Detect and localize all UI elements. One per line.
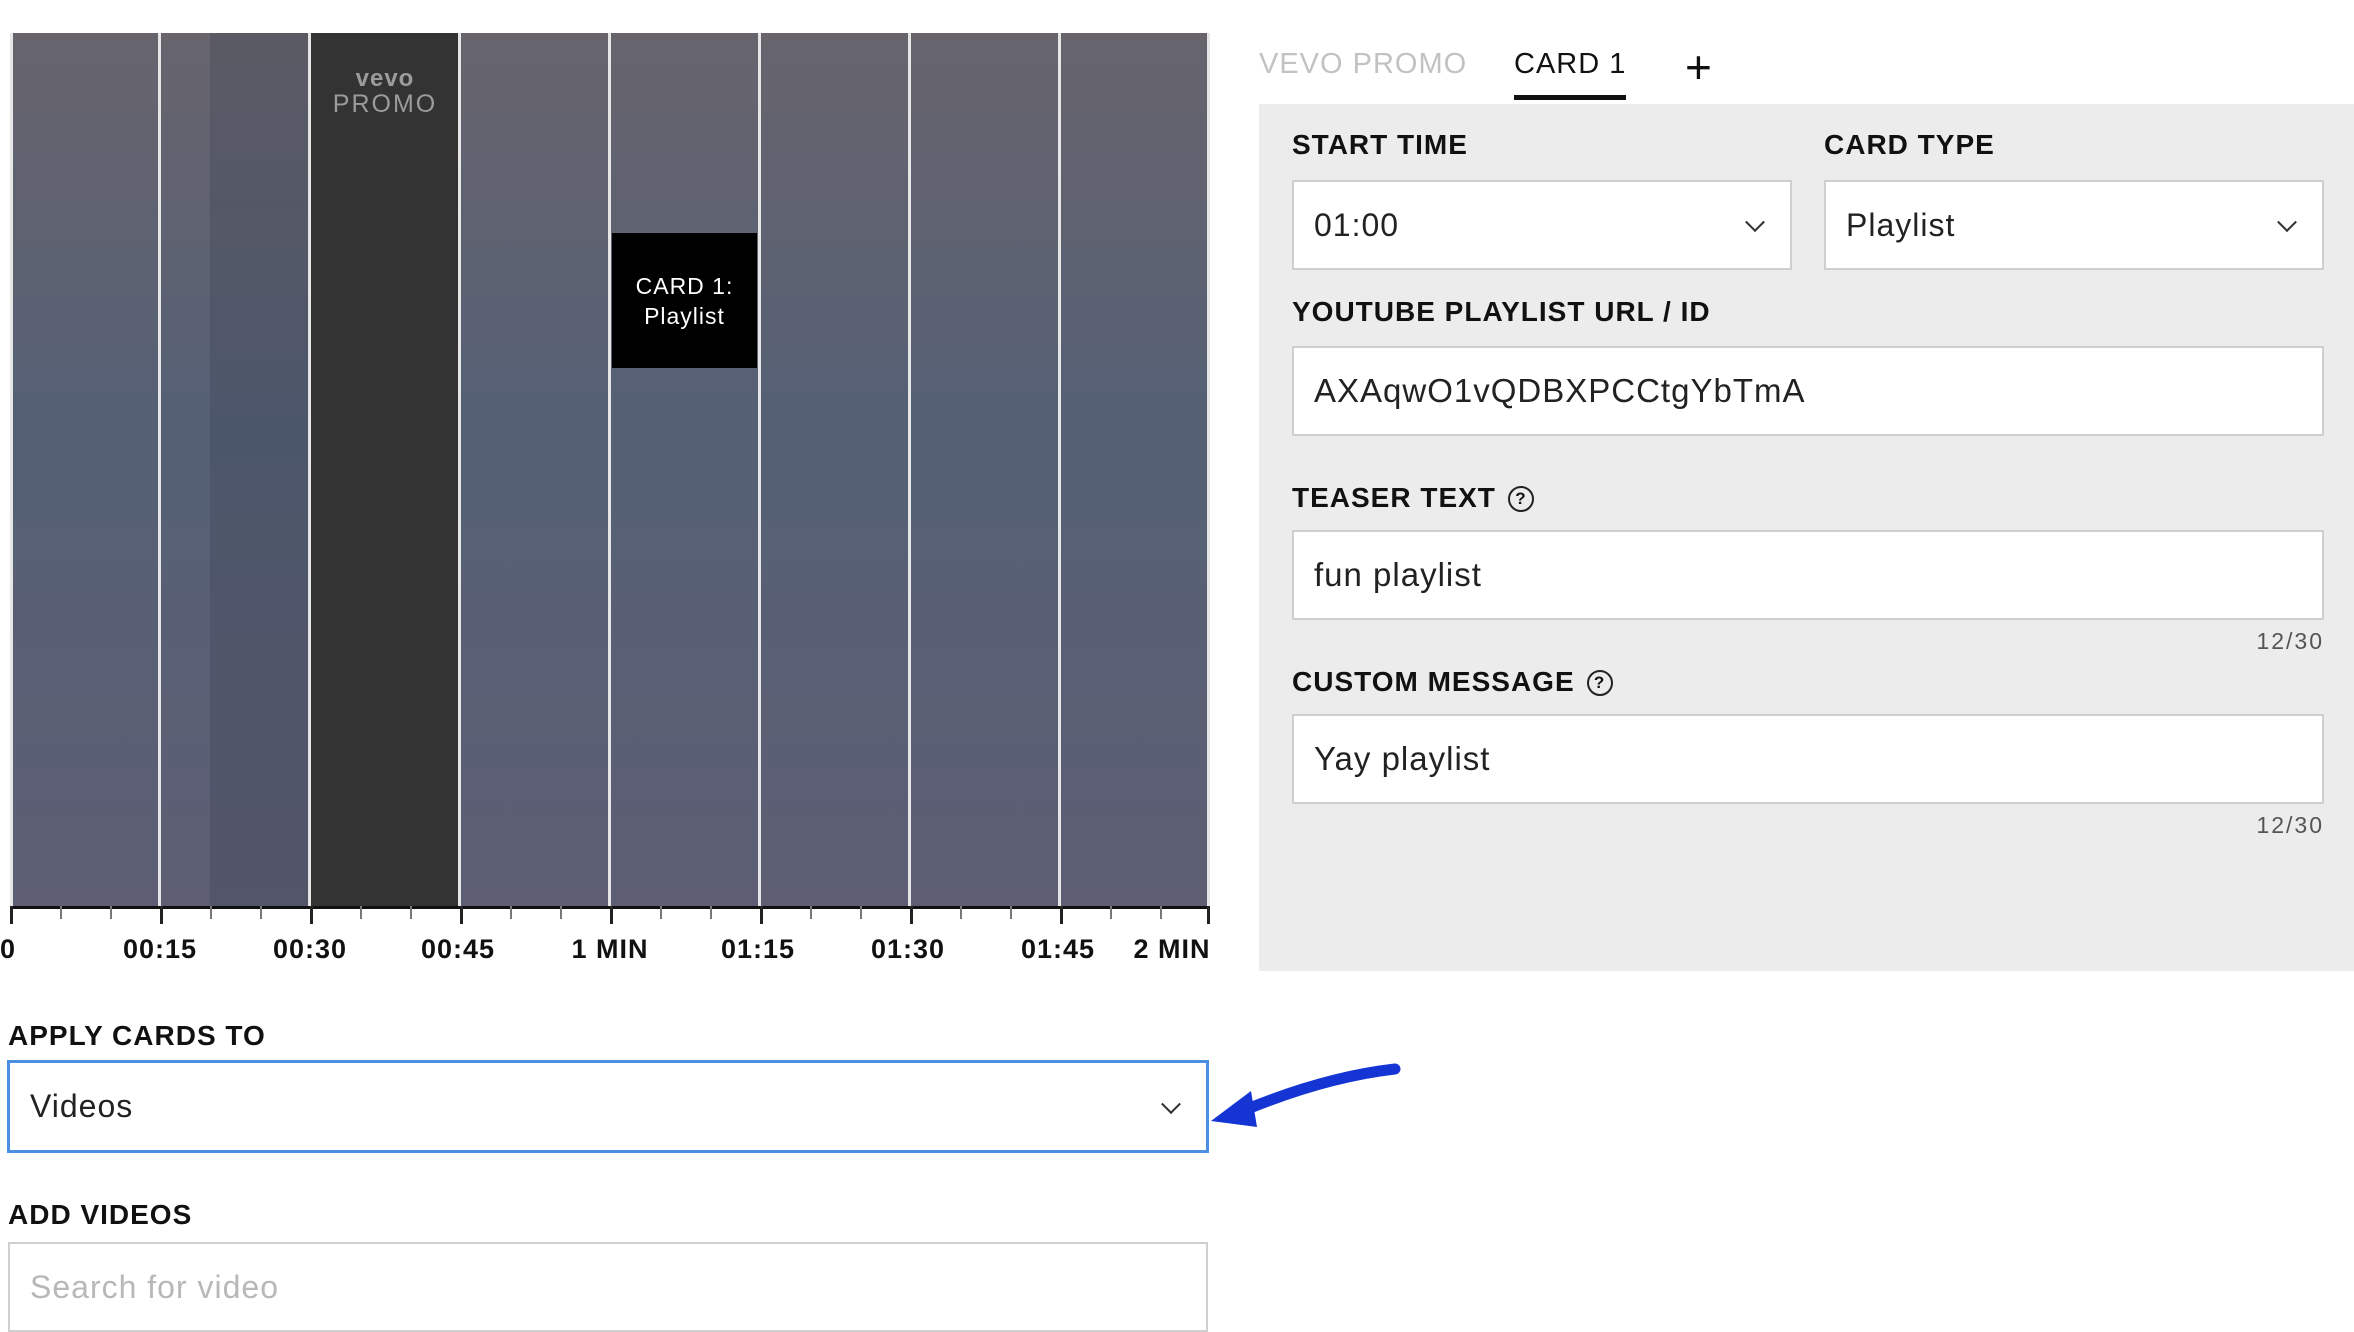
custom-message-value: Yay playlist	[1314, 740, 1491, 777]
timeline-gridline	[458, 33, 461, 906]
ruler-major-tick	[910, 906, 913, 924]
vevo-logo-text: vevo	[355, 65, 415, 92]
add-tab-plus-icon[interactable]: +	[1685, 44, 1712, 90]
annotation-arrow-icon	[1211, 1063, 1401, 1127]
promo-text: PROMO	[332, 90, 438, 119]
tick-label: 00:45	[420, 934, 496, 964]
card-1-marker[interactable]: CARD 1: Playlist	[612, 233, 757, 368]
chevron-down-icon	[1161, 1093, 1181, 1114]
ruler-minor-tick	[860, 906, 862, 919]
tick-label: 1 MIN	[571, 934, 649, 964]
ruler-minor-tick	[260, 906, 262, 919]
ruler-minor-tick	[360, 906, 362, 919]
ruler-major-tick	[10, 906, 13, 924]
apply-cards-label: APPLY CARDS TO	[8, 1020, 266, 1051]
chevron-down-icon	[1745, 212, 1765, 233]
timeline-segment-shade	[210, 33, 310, 906]
timeline-gridline	[608, 33, 611, 906]
teaser-text-value: fun playlist	[1314, 556, 1482, 593]
tick-label: 0	[0, 934, 17, 964]
vevo-promo-segment[interactable]	[310, 33, 460, 906]
card-type-select[interactable]: Playlist	[1824, 180, 2324, 270]
timeline-gridline	[308, 33, 311, 906]
tick-label: 00:30	[272, 934, 348, 964]
ruler-major-tick	[610, 906, 613, 924]
card-marker-type: Playlist	[644, 302, 725, 329]
timeline-gridline	[908, 33, 911, 906]
apply-cards-value: Videos	[30, 1088, 134, 1124]
custom-message-label-text: CUSTOM MESSAGE	[1292, 666, 1575, 697]
custom-message-input[interactable]: Yay playlist	[1292, 714, 2324, 804]
card-marker-title: CARD 1:	[635, 272, 734, 299]
ruler-minor-tick	[510, 906, 512, 919]
timeline-gridline	[1207, 33, 1210, 906]
tick-label: 01:15	[720, 934, 796, 964]
ruler-minor-tick	[210, 906, 212, 919]
ruler-minor-tick	[560, 906, 562, 919]
tick-label: 01:30	[870, 934, 946, 964]
tick-label: 2 MIN	[1133, 934, 1211, 964]
timeline-gridline	[158, 33, 161, 906]
start-time-value: 01:00	[1314, 206, 1400, 243]
ruler-minor-tick	[810, 906, 812, 919]
video-search-input[interactable]	[8, 1242, 1208, 1332]
ruler-minor-tick	[410, 906, 412, 919]
chevron-down-icon	[2277, 212, 2297, 233]
help-icon[interactable]: ?	[1586, 669, 1613, 696]
ruler-major-tick	[460, 906, 463, 924]
ruler-minor-tick	[960, 906, 962, 919]
ruler-major-tick	[1207, 906, 1210, 924]
ruler-minor-tick	[1010, 906, 1012, 919]
ruler-major-tick	[310, 906, 313, 924]
ruler-minor-tick	[710, 906, 712, 919]
start-time-label: START TIME	[1292, 129, 1468, 160]
custom-message-label: CUSTOM MESSAGE?	[1292, 666, 1613, 698]
custom-message-counter: 12/30	[2256, 812, 2324, 838]
ruler-minor-tick	[1110, 906, 1112, 919]
ruler-minor-tick	[60, 906, 62, 919]
teaser-text-label: TEASER TEXT?	[1292, 482, 1534, 514]
ruler-minor-tick	[660, 906, 662, 919]
vevo-promo-label: vevo PROMO	[310, 65, 460, 119]
timeline-gridline	[758, 33, 761, 906]
tab-card-1[interactable]: CARD 1	[1514, 48, 1627, 100]
teaser-text-counter: 12/30	[2256, 628, 2324, 654]
apply-cards-select[interactable]: Videos	[7, 1060, 1209, 1153]
tick-label: 00:15	[122, 934, 198, 964]
timeline-ruler	[10, 906, 1210, 924]
ruler-major-tick	[1060, 906, 1063, 924]
card-type-value: Playlist	[1846, 206, 1956, 243]
ruler-major-tick	[160, 906, 163, 924]
card-type-label: CARD TYPE	[1824, 129, 1995, 160]
add-videos-label: ADD VIDEOS	[8, 1199, 193, 1230]
start-time-select[interactable]: 01:00	[1292, 180, 1792, 270]
tick-label: 01:45	[1020, 934, 1096, 964]
video-timeline[interactable]: vevo PROMO CARD 1: Playlist	[10, 33, 1210, 906]
ruler-major-tick	[760, 906, 763, 924]
playlist-url-label: YOUTUBE PLAYLIST URL / ID	[1292, 296, 1711, 327]
ruler-minor-tick	[1160, 906, 1162, 919]
playlist-url-value: AXAqwO1vQDBXPCCtgYbTmA	[1314, 372, 1806, 409]
timeline-gridline	[10, 33, 13, 906]
teaser-text-label-text: TEASER TEXT	[1292, 482, 1496, 513]
tab-vevo-promo[interactable]: VEVO PROMO	[1259, 48, 1467, 95]
ruler-minor-tick	[110, 906, 112, 919]
teaser-text-input[interactable]: fun playlist	[1292, 530, 2324, 620]
card-settings-panel: START TIME 01:00 CARD TYPE Playlist YOUT…	[1259, 104, 2354, 971]
help-icon[interactable]: ?	[1507, 485, 1534, 512]
timeline-gridline	[1058, 33, 1061, 906]
playlist-url-input[interactable]: AXAqwO1vQDBXPCCtgYbTmA	[1292, 346, 2324, 436]
